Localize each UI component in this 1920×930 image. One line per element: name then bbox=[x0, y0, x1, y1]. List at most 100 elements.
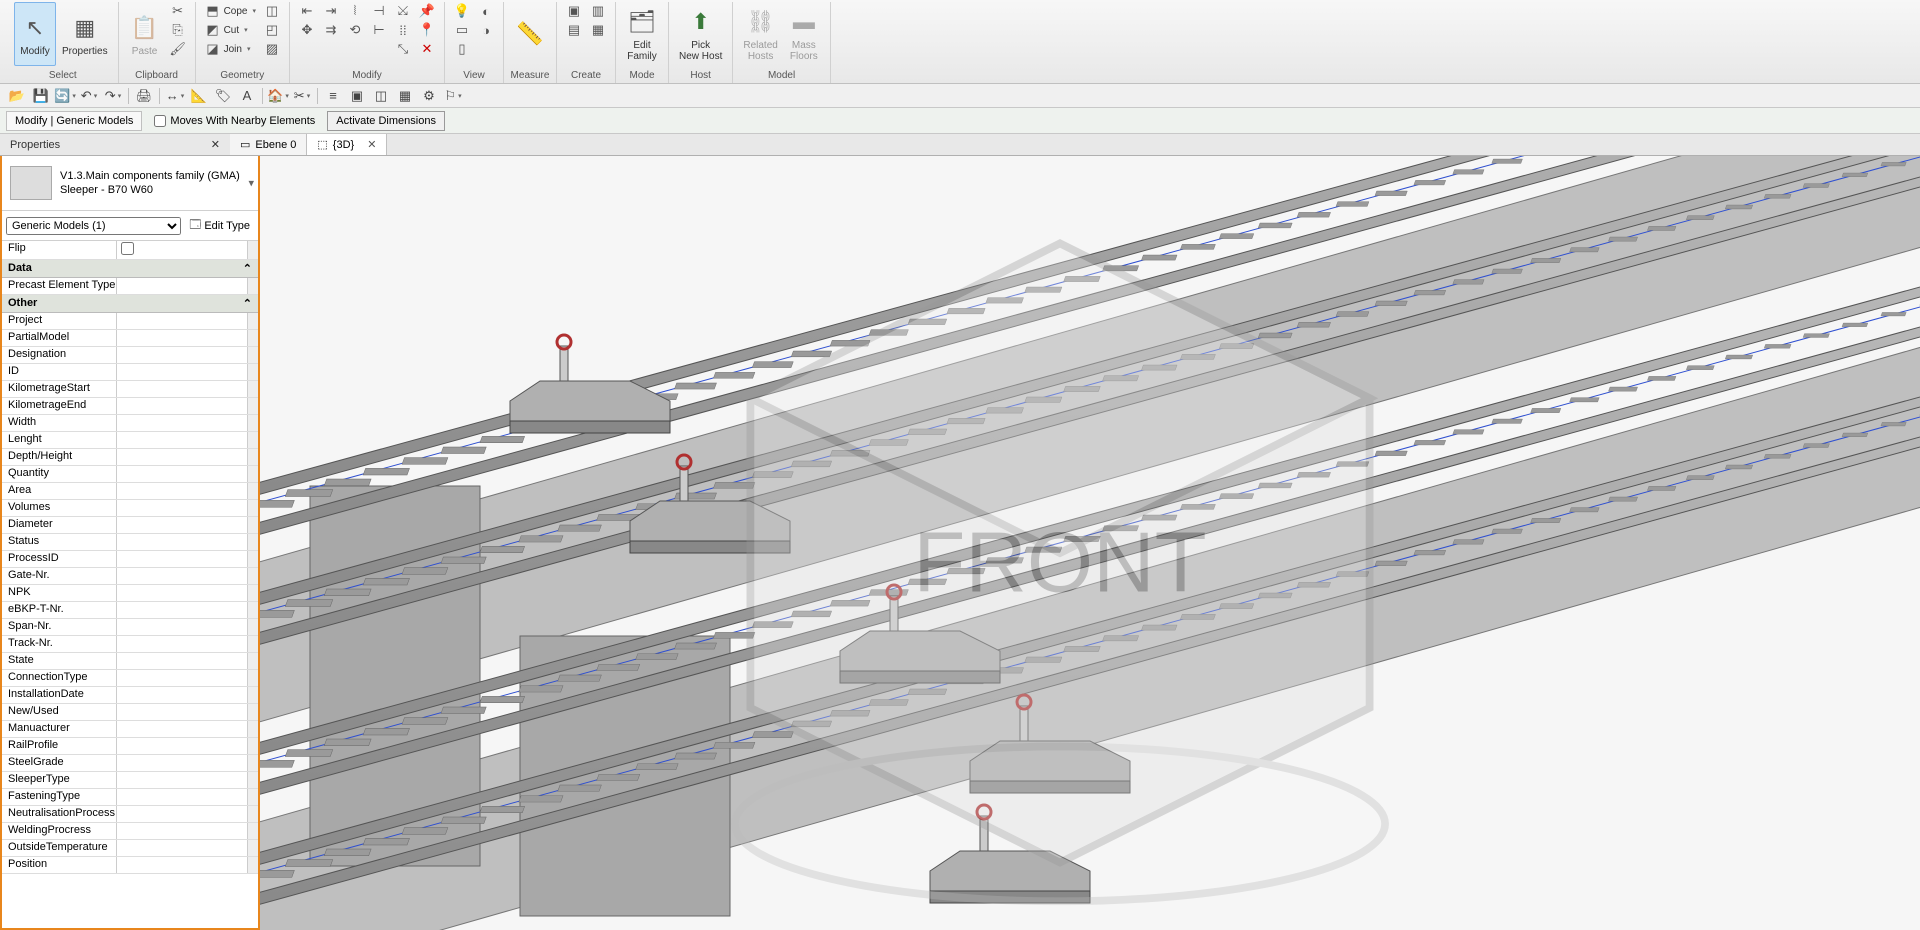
param-row[interactable]: NPK bbox=[2, 585, 258, 602]
geom-tool-3[interactable]: ▨ bbox=[261, 40, 283, 58]
measure-qat-icon[interactable]: ↔ bbox=[166, 87, 184, 105]
tab-3d[interactable]: ⬚ {3D} ✕ bbox=[307, 134, 387, 155]
pin-button[interactable]: 📌 bbox=[416, 2, 438, 20]
param-row[interactable]: Volumes bbox=[2, 500, 258, 517]
param-row[interactable]: PartialModel bbox=[2, 330, 258, 347]
param-row[interactable]: Project bbox=[2, 313, 258, 330]
param-row[interactable]: eBKP-T-Nr. bbox=[2, 602, 258, 619]
param-row[interactable]: Track-Nr. bbox=[2, 636, 258, 653]
param-row[interactable]: KilometrageStart bbox=[2, 381, 258, 398]
param-row[interactable]: Gate-Nr. bbox=[2, 568, 258, 585]
create-2[interactable]: ▤ bbox=[563, 21, 585, 39]
redo-icon[interactable]: ↷ bbox=[104, 87, 122, 105]
category-filter[interactable]: Generic Models (1) bbox=[6, 217, 181, 235]
geom-tool-1[interactable]: ◫ bbox=[261, 2, 283, 20]
open-icon[interactable]: 📂 bbox=[8, 87, 26, 105]
close-icon[interactable]: ✕ bbox=[211, 138, 220, 151]
param-row[interactable]: Designation bbox=[2, 347, 258, 364]
text-icon[interactable]: A bbox=[238, 87, 256, 105]
move-button[interactable]: ✥ bbox=[296, 21, 318, 39]
param-row[interactable]: ProcessID bbox=[2, 551, 258, 568]
related-hosts-button[interactable]: ⛓ Related Hosts bbox=[739, 2, 781, 66]
param-row[interactable]: Position bbox=[2, 857, 258, 874]
param-row[interactable]: Depth/Height bbox=[2, 449, 258, 466]
scale-button[interactable]: ⤡ bbox=[392, 40, 414, 58]
properties-button[interactable]: ▦ Properties bbox=[58, 2, 112, 66]
param-row[interactable]: KilometrageEnd bbox=[2, 398, 258, 415]
tile-icon[interactable]: ▦ bbox=[396, 87, 414, 105]
param-row[interactable]: Span-Nr. bbox=[2, 619, 258, 636]
param-row[interactable]: ConnectionType bbox=[2, 670, 258, 687]
unpin-button[interactable]: 📍 bbox=[416, 21, 438, 39]
param-row[interactable]: Width bbox=[2, 415, 258, 432]
param-row[interactable]: Status bbox=[2, 534, 258, 551]
param-row[interactable]: NeutralisationProcess bbox=[2, 806, 258, 823]
switch-windows-icon[interactable]: ◫ bbox=[372, 87, 390, 105]
copy-button[interactable]: ⇉ bbox=[320, 21, 342, 39]
undo-icon[interactable]: ↶ bbox=[80, 87, 98, 105]
dimension-icon[interactable]: 📐 bbox=[190, 87, 208, 105]
view-tool-5[interactable]: ◑ bbox=[475, 21, 497, 39]
save-icon[interactable]: 💾 bbox=[32, 87, 50, 105]
properties-grid[interactable]: Flip Data⌃ Precast Element Type Other⌃ P… bbox=[2, 241, 258, 928]
view-tool-4[interactable]: ◐ bbox=[475, 2, 497, 20]
param-row[interactable]: InstallationDate bbox=[2, 687, 258, 704]
paste-button[interactable]: 📋 Paste bbox=[125, 2, 165, 66]
param-row[interactable]: SteelGrade bbox=[2, 755, 258, 772]
param-row[interactable]: New/Used bbox=[2, 704, 258, 721]
create-4[interactable]: ▦ bbox=[587, 21, 609, 39]
cope-button[interactable]: ⬒Cope bbox=[202, 2, 259, 20]
param-row[interactable]: FasteningType bbox=[2, 789, 258, 806]
type-selector[interactable]: V1.3.Main components family (GMA) Sleepe… bbox=[2, 156, 258, 211]
trim-button[interactable]: ⊣ bbox=[368, 2, 390, 20]
param-row[interactable]: WeldingProcress bbox=[2, 823, 258, 840]
tab-ebene0[interactable]: ▭ Ebene 0 bbox=[230, 134, 307, 155]
array-button[interactable]: ⁞⁞ bbox=[392, 21, 414, 39]
customize-icon[interactable]: ⚐ bbox=[444, 87, 462, 105]
param-row[interactable]: RailProfile bbox=[2, 738, 258, 755]
print-icon[interactable]: 🖨 bbox=[135, 87, 153, 105]
param-row[interactable]: State bbox=[2, 653, 258, 670]
param-row[interactable]: OutsideTemperature bbox=[2, 840, 258, 857]
view-tool-1[interactable]: 💡 bbox=[451, 2, 473, 20]
mirror-button[interactable]: ⦚ bbox=[344, 2, 366, 20]
join-button[interactable]: ◪Join bbox=[202, 40, 259, 58]
param-row[interactable]: Manuacturer bbox=[2, 721, 258, 738]
modify-button[interactable]: ↖ Modify bbox=[14, 2, 56, 66]
cut-geom-button[interactable]: ◩Cut bbox=[202, 21, 259, 39]
view-cube[interactable]: FRONT bbox=[260, 166, 1890, 930]
section-icon[interactable]: ✂ bbox=[293, 87, 311, 105]
param-row[interactable]: Lenght bbox=[2, 432, 258, 449]
view-tool-2[interactable]: ▭ bbox=[451, 21, 473, 39]
close-tab-icon[interactable]: ✕ bbox=[367, 138, 376, 151]
close-hidden-icon[interactable]: ▣ bbox=[348, 87, 366, 105]
geom-tool-2[interactable]: ◰ bbox=[261, 21, 283, 39]
offset-button[interactable]: ⇥ bbox=[320, 2, 342, 20]
match-button[interactable]: 🖌 bbox=[167, 40, 189, 58]
cut-clipboard-button[interactable]: ✂ bbox=[167, 2, 189, 20]
sync-icon[interactable]: 🔄 bbox=[56, 87, 74, 105]
manage-icon[interactable]: ⚙ bbox=[420, 87, 438, 105]
edit-family-button[interactable]: 🗂 Edit Family bbox=[622, 2, 662, 66]
copy-clipboard-button[interactable]: ⎘ bbox=[167, 21, 189, 39]
param-row[interactable]: Quantity bbox=[2, 466, 258, 483]
param-row[interactable]: ID bbox=[2, 364, 258, 381]
group-header-data[interactable]: Data⌃ bbox=[2, 260, 258, 278]
moves-with-nearby-checkbox[interactable]: Moves With Nearby Elements bbox=[154, 115, 315, 127]
tag-icon[interactable]: 🏷 bbox=[214, 87, 232, 105]
activate-dimensions-button[interactable]: Activate Dimensions bbox=[327, 111, 445, 131]
create-3[interactable]: ▥ bbox=[587, 2, 609, 20]
split-button[interactable]: ⤩ bbox=[392, 2, 414, 20]
param-row[interactable]: Area bbox=[2, 483, 258, 500]
flip-checkbox[interactable] bbox=[121, 242, 134, 255]
thin-lines-icon[interactable]: ≡ bbox=[324, 87, 342, 105]
param-row[interactable]: SleeperType bbox=[2, 772, 258, 789]
view-tool-3[interactable]: ▯ bbox=[451, 40, 473, 58]
rotate-button[interactable]: ⟲ bbox=[344, 21, 366, 39]
edit-type-button[interactable]: 🗔 Edit Type bbox=[185, 214, 254, 237]
align-button[interactable]: ⇤ bbox=[296, 2, 318, 20]
group-header-other[interactable]: Other⌃ bbox=[2, 295, 258, 313]
measure-button[interactable]: 📏 bbox=[510, 2, 550, 66]
delete-button[interactable]: ✕ bbox=[416, 40, 438, 58]
extend-button[interactable]: ⊢ bbox=[368, 21, 390, 39]
